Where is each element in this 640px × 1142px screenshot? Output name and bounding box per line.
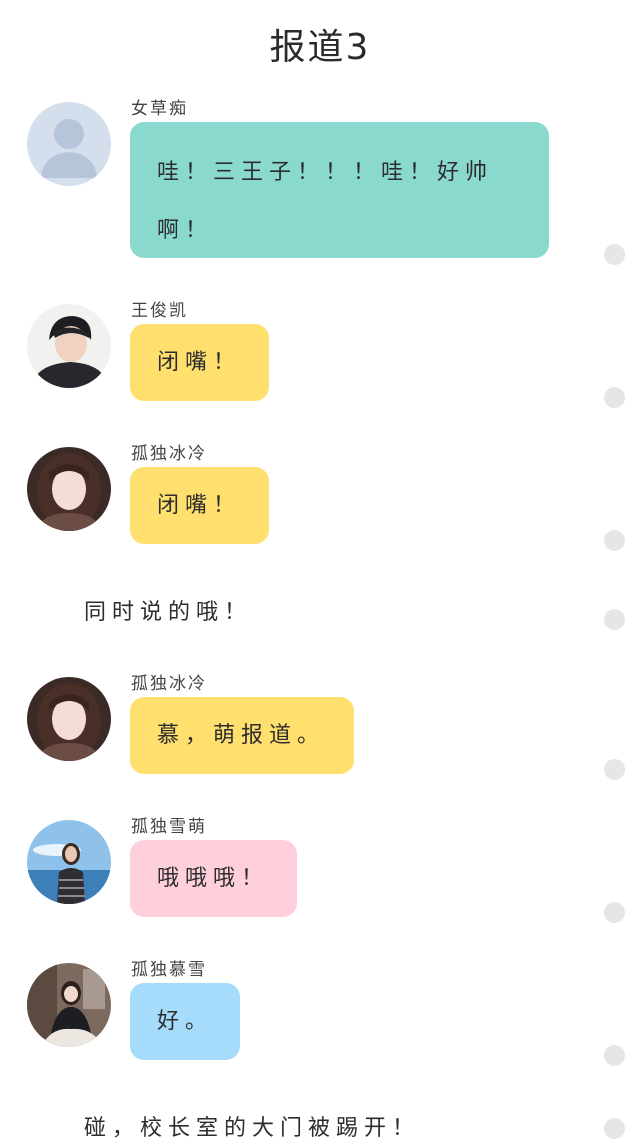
scroll-dot[interactable] [604,759,625,780]
bubble-text: 好。 [157,1009,214,1034]
bubble-text: 闭嘴！ [157,493,242,518]
sender-name: 孤独雪萌 [131,817,207,837]
scroll-dot[interactable] [604,609,625,630]
boy-avatar[interactable] [27,304,111,388]
page-title: 报道3 [269,27,371,68]
narration-text: 同时说的哦！ [84,600,253,625]
bubble-text: 哦哦哦！ [157,866,270,891]
default-avatar-icon[interactable] [27,102,111,186]
scroll-dot[interactable] [604,1045,625,1066]
sitting-girl-avatar[interactable] [27,963,111,1047]
chat-bubble[interactable]: 慕，萌报道。 [130,697,354,774]
chat-bubble[interactable]: 闭嘴！ [130,324,269,401]
bubble-text: 闭嘴！ [157,350,242,375]
scroll-dot[interactable] [604,902,625,923]
sender-name: 孤独冰冷 [131,444,207,464]
scroll-dot[interactable] [604,530,625,551]
girl-avatar[interactable] [27,677,111,761]
scroll-dot[interactable] [604,1118,625,1139]
chat-bubble[interactable]: 哇！三王子！！！哇！好帅啊！ [130,122,549,258]
chat-bubble[interactable]: 哦哦哦！ [130,840,297,917]
scroll-dot[interactable] [604,387,625,408]
sender-name: 王俊凯 [131,301,188,321]
girl-avatar[interactable] [27,447,111,531]
beach-girl-avatar[interactable] [27,820,111,904]
sender-name: 孤独冰冷 [131,674,207,694]
chat-bubble[interactable]: 好。 [130,983,240,1060]
sender-name: 孤独慕雪 [131,960,207,980]
narration-text: 碰，校长室的大门被踢开！ [84,1116,421,1141]
bubble-text: 慕，萌报道。 [157,723,326,748]
bubble-text: 哇！三王子！！！哇！好帅啊！ [157,160,494,243]
chat-bubble[interactable]: 闭嘴！ [130,467,269,544]
scroll-dot[interactable] [604,244,625,265]
sender-name: 女草痴 [131,99,188,119]
